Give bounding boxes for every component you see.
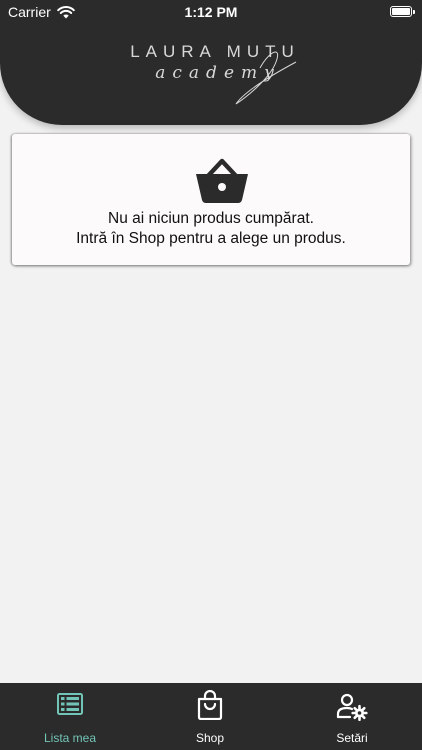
user-settings-icon — [336, 693, 368, 721]
list-icon — [57, 693, 83, 715]
status-bar: Carrier 1:12 PM — [0, 0, 422, 24]
battery-icon — [390, 6, 415, 17]
empty-message-line-1: Nu ai niciun produs cumpărat. — [108, 210, 314, 227]
tab-bar: Lista mea Shop Setări — [0, 683, 422, 750]
tab-lista-mea[interactable]: Lista mea — [0, 683, 140, 750]
shopping-bag-icon — [197, 690, 223, 720]
brand-logo: LAURA MUTU academy — [130, 42, 300, 105]
basket-icon — [196, 158, 248, 203]
logo-text-bottom: academy — [155, 63, 280, 83]
app-header: Carrier 1:12 PM LAURA MUTU academy — [0, 0, 422, 125]
tab-shop[interactable]: Shop — [140, 683, 280, 750]
logo-text-top: LAURA MUTU — [130, 42, 300, 61]
clock: 1:12 PM — [184, 4, 238, 20]
tab-label-setari: Setări — [336, 731, 368, 745]
tab-label-lista-mea: Lista mea — [43, 731, 97, 745]
tab-label-shop: Shop — [195, 731, 225, 745]
empty-message-line-2: Intră în Shop pentru a alege un produs. — [76, 230, 346, 247]
tab-setari[interactable]: Setări — [282, 683, 422, 750]
empty-list-card: Nu ai niciun produs cumpărat. Intră în S… — [12, 134, 410, 265]
